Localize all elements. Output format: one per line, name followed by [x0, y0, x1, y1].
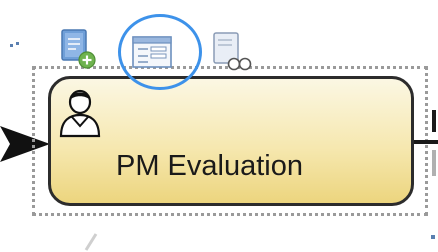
- connector-handle-icon: [10, 42, 19, 47]
- connector-dot-icon: [431, 235, 435, 239]
- task-label: PM Evaluation: [116, 150, 303, 182]
- preview-icon[interactable]: [212, 31, 252, 73]
- adjacent-element-edge: [432, 110, 436, 176]
- process-diagram-canvas[interactable]: PM Evaluation: [0, 0, 438, 252]
- highlight-ring: [118, 14, 202, 90]
- user-task-box[interactable]: [48, 76, 414, 206]
- add-document-icon[interactable]: [60, 28, 98, 70]
- faint-mark-icon: [84, 233, 98, 251]
- user-task-icon: [59, 89, 101, 138]
